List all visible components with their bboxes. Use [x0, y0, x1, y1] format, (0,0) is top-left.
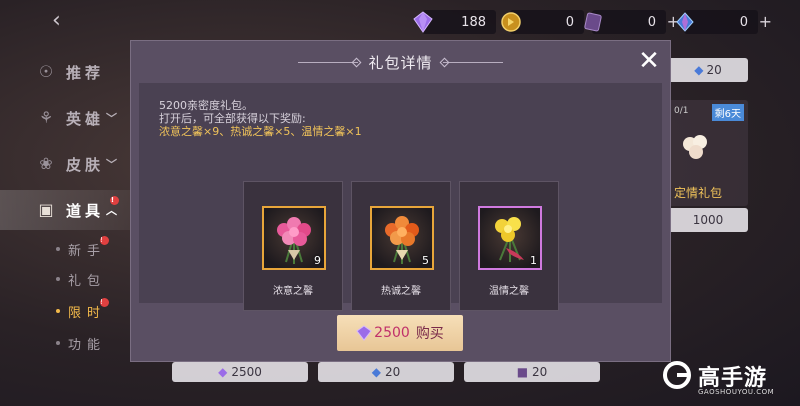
purple-diamond-icon: ◆ — [218, 365, 228, 379]
purple-ticket-icon — [584, 12, 602, 32]
bg-card-price[interactable]: ■ 20 — [464, 362, 600, 382]
bg-pack-progress: 0/1 — [674, 106, 689, 116]
bg-card-price[interactable]: ◆ 20 — [318, 362, 454, 382]
blue-crystal-icon — [676, 12, 694, 32]
sub-item-limited[interactable]: 限时 ! — [56, 298, 109, 322]
gift-box-icon: ▣ — [38, 200, 58, 219]
diamond-amount: 188 — [461, 14, 486, 30]
blue-crystal-icon: ◆ — [694, 63, 704, 77]
blue-crystal-icon: ◆ — [371, 365, 381, 379]
bg-pack-title: 定情礼包 — [674, 186, 723, 200]
reward-thumbnail: 1 — [478, 206, 542, 270]
buy-label: 购买 — [415, 326, 444, 342]
bullet-dot — [56, 277, 60, 281]
sidebar-item-label: 皮肤 — [66, 155, 105, 174]
bouquet-icon — [683, 135, 707, 159]
sidebar-item-skins[interactable]: ❀ 皮肤 ﹀ — [38, 150, 117, 178]
dialog-title-bar: 礼包详情 — [131, 47, 670, 77]
purple-ticket-icon: ■ — [516, 365, 529, 379]
gold-coin-icon — [501, 12, 521, 32]
bg-price: 2500 — [231, 365, 262, 379]
bg-pack-card[interactable]: 0/1 剩6天 定情礼包 — [668, 100, 748, 206]
sidebar-item-label: 英雄 — [66, 109, 105, 128]
bg-card-price[interactable]: ◆ 2500 — [172, 362, 308, 382]
reward-item[interactable]: 5 热诚之馨 — [351, 181, 451, 311]
reward-name: 浓意之馨 — [273, 286, 313, 297]
brand-logo-icon — [663, 361, 691, 389]
sub-item-newbie[interactable]: 新手 ! — [56, 236, 109, 260]
sub-item-function[interactable]: 功能 — [56, 332, 106, 354]
reward-count: 1 — [530, 254, 537, 267]
purple-diamond-icon — [413, 11, 433, 33]
sidebar-item-label: 道具 — [66, 201, 105, 220]
bg-price: 20 — [384, 365, 401, 379]
flower-icon: ❀ — [39, 154, 57, 173]
dialog-body: 5200亲密度礼包。 打开后，可全部获得以下奖励: 浓意之馨×9、热诚之馨×5、… — [139, 83, 662, 311]
bg-card-price[interactable]: ◆ 20 — [668, 58, 748, 82]
bg-pack-tag: 剩6天 — [711, 104, 744, 121]
chevron-down-icon: ﹀ — [106, 158, 118, 171]
reward-thumbnail: 9 — [262, 206, 326, 270]
crystal-amount: 0 — [739, 14, 748, 30]
notification-badge: ! — [110, 196, 119, 205]
bg-price: 1000 — [692, 213, 724, 227]
reward-item[interactable]: 1 温情之馨 — [459, 181, 559, 311]
title-ornament — [298, 61, 359, 63]
dialog-title: 礼包详情 — [368, 53, 433, 72]
ticket-amount: 0 — [647, 14, 656, 30]
sub-item-label: 礼包 — [68, 273, 107, 289]
bg-price: 20 — [706, 63, 722, 77]
bullet-dot — [56, 341, 60, 345]
sidebar-item-label: 推荐 — [66, 63, 105, 82]
reward-count: 9 — [314, 254, 321, 267]
watermark-site: GAOSHOUYOU.COM — [698, 388, 775, 396]
reward-item[interactable]: 9 浓意之馨 — [243, 181, 343, 311]
reward-count: 5 — [422, 254, 429, 267]
desc-rewards-line: 浓意之馨×9、热诚之馨×5、温情之馨×1 — [159, 125, 362, 138]
bg-card-price[interactable]: 1000 — [668, 208, 748, 232]
desc-line: 5200亲密度礼包。 — [159, 99, 253, 112]
back-arrow-icon[interactable]: ‹ — [52, 10, 74, 32]
coin-amount: 0 — [565, 14, 574, 30]
sidebar-item-recommend[interactable]: ☉ 推荐 — [38, 58, 104, 86]
add-crystal-button[interactable]: + — [759, 12, 772, 31]
helmet-icon: ⚘ — [38, 108, 58, 127]
coin-currency: 0 + — [501, 10, 598, 34]
bullet-dot — [56, 309, 60, 313]
ticket-currency: 0 + — [584, 10, 680, 34]
bg-price: 20 — [532, 365, 548, 379]
sidebar: ☉ 推荐 ⚘ 英雄 ﹀ ❀ 皮肤 ﹀ ▣ 道具 ︿ ! 新手 ! 礼包 限时 !… — [0, 50, 140, 406]
sub-item-label: 功能 — [68, 337, 107, 353]
diamond-currency: 188 — [413, 10, 496, 34]
notification-badge: ! — [100, 236, 109, 245]
chevron-down-icon: ﹀ — [106, 112, 118, 125]
reward-thumbnail: 5 — [370, 206, 434, 270]
reward-name: 温情之馨 — [489, 286, 529, 297]
title-ornament — [442, 61, 503, 63]
purple-diamond-icon — [356, 325, 372, 341]
bullet-dot — [56, 247, 60, 251]
notification-badge: ! — [100, 298, 109, 307]
desc-line: 打开后，可全部获得以下奖励: — [159, 112, 306, 125]
pack-detail-dialog: 礼包详情 ✕ 5200亲密度礼包。 打开后，可全部获得以下奖励: 浓意之馨×9、… — [130, 40, 671, 362]
buy-price: 2500 — [374, 325, 410, 341]
sidebar-item-heroes[interactable]: ⚘ 英雄 ﹀ — [38, 104, 117, 132]
buy-button[interactable]: 2500 购买 — [337, 315, 463, 351]
reward-name: 热诚之馨 — [381, 286, 421, 297]
watermark: 高手游 GAOSHOUYOU.COM — [662, 360, 792, 398]
sidebar-item-items[interactable]: ▣ 道具 ︿ ! — [38, 196, 119, 224]
pack-description: 5200亲密度礼包。 打开后，可全部获得以下奖励: 浓意之馨×9、热诚之馨×5、… — [159, 99, 362, 138]
compass-icon: ☉ — [38, 62, 58, 81]
close-button[interactable]: ✕ — [636, 48, 662, 75]
sub-item-packs[interactable]: 礼包 — [56, 268, 106, 290]
crystal-currency: 0 + — [676, 10, 772, 34]
